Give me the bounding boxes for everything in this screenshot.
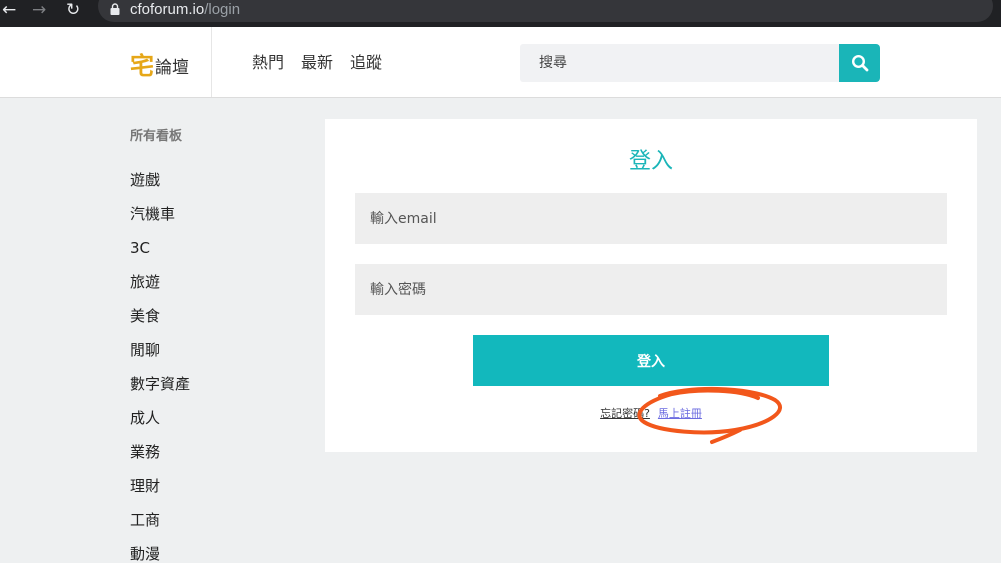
sidebar-item-digital-assets[interactable]: 數字資產: [130, 372, 310, 406]
sidebar-title: 所有看板: [130, 129, 183, 144]
sidebar-item-chat[interactable]: 閒聊: [130, 338, 310, 372]
register-link[interactable]: 馬上註冊: [658, 407, 702, 420]
sidebar-item-travel[interactable]: 旅遊: [130, 270, 310, 304]
sidebar-item-anime[interactable]: 動漫: [130, 542, 310, 563]
sidebar-item-commerce[interactable]: 工商: [130, 508, 310, 542]
url-host: cfoforum.io: [130, 1, 205, 18]
logo-glyph: 宅: [130, 52, 154, 80]
top-nav: 熱門 最新 追蹤: [252, 52, 382, 74]
login-title: 登入: [628, 149, 673, 174]
sidebar-item-3c[interactable]: 3C: [130, 236, 310, 270]
login-links: 忘記密碼? 馬上註冊: [325, 405, 977, 421]
lock-icon: [110, 3, 120, 15]
logo-text: 論壇: [155, 58, 189, 78]
browser-toolbar: ← → ↻ cfoforum.io/login: [0, 0, 1001, 27]
search-input[interactable]: [520, 44, 840, 82]
login-button[interactable]: 登入: [473, 335, 829, 386]
nav-latest[interactable]: 最新: [301, 52, 333, 74]
site-logo[interactable]: 宅 論壇: [130, 49, 189, 79]
url-text[interactable]: cfoforum.io/login: [130, 0, 240, 19]
search-icon: [851, 54, 868, 72]
password-field[interactable]: [355, 264, 947, 315]
board-list: 遊戲 汽機車 3C 旅遊 美食 閒聊 數字資產 成人 業務 理財 工商 動漫: [130, 168, 310, 563]
sidebar-item-vehicles[interactable]: 汽機車: [130, 202, 310, 236]
back-arrow-icon[interactable]: ←: [2, 0, 16, 20]
search-button[interactable]: [839, 44, 880, 82]
header-divider: [211, 27, 212, 97]
nav-following[interactable]: 追蹤: [350, 52, 382, 74]
email-field[interactable]: [355, 193, 947, 244]
sidebar-item-food[interactable]: 美食: [130, 304, 310, 338]
forgot-password-link[interactable]: 忘記密碼?: [600, 407, 650, 420]
forward-arrow-icon[interactable]: →: [32, 0, 46, 20]
url-path: /login: [204, 1, 241, 18]
nav-hot[interactable]: 熱門: [252, 52, 284, 74]
sidebar-item-business[interactable]: 業務: [130, 440, 310, 474]
sidebar-item-adult[interactable]: 成人: [130, 406, 310, 440]
login-card: 登入 登入 忘記密碼? 馬上註冊: [325, 119, 977, 452]
sidebar-item-finance[interactable]: 理財: [130, 474, 310, 508]
reload-icon[interactable]: ↻: [66, 0, 80, 20]
site-header: 宅 論壇 熱門 最新 追蹤: [0, 27, 1001, 98]
board-sidebar: 所有看板 遊戲 汽機車 3C 旅遊 美食 閒聊 數字資產 成人 業務 理財 工商…: [130, 126, 310, 563]
sidebar-item-games[interactable]: 遊戲: [130, 168, 310, 202]
